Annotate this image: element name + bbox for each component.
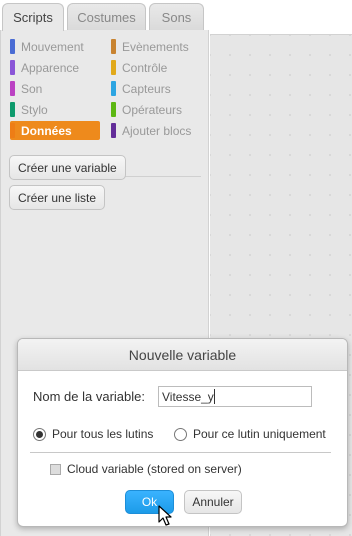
category-son[interactable]: Son xyxy=(10,80,42,97)
variable-name-input[interactable] xyxy=(158,386,312,407)
category-color-bar xyxy=(10,39,15,54)
new-variable-dialog: Nouvelle variable Nom de la variable: Po… xyxy=(17,338,348,527)
category-color-bar xyxy=(10,81,15,96)
category-apparence[interactable]: Apparence xyxy=(10,59,79,76)
category-color-bar xyxy=(111,60,116,75)
tab-costumes[interactable]: Costumes xyxy=(67,3,146,30)
category-color-bar xyxy=(111,123,116,138)
create-list-button[interactable]: Créer une liste xyxy=(9,185,106,210)
cloud-variable-checkbox[interactable] xyxy=(50,463,61,475)
tab-bar: Costumes Sons Scripts xyxy=(0,0,352,31)
category-mouvement[interactable]: Mouvement xyxy=(10,38,84,55)
category-color-bar xyxy=(10,123,15,138)
radio-all-sprites-label: Pour tous les lutins xyxy=(52,427,154,441)
mouse-pointer-icon xyxy=(158,505,172,526)
category-color-bar xyxy=(10,60,15,75)
category-label: Opérateurs xyxy=(122,102,183,117)
cancel-button[interactable]: Annuler xyxy=(184,490,242,514)
category-controle[interactable]: Contrôle xyxy=(111,59,167,76)
radio-this-sprite-label: Pour ce lutin uniquement xyxy=(193,427,326,441)
category-stylo[interactable]: Stylo xyxy=(10,101,48,118)
dialog-divider xyxy=(30,452,331,453)
category-label: Evènements xyxy=(122,39,189,54)
category-ajouter-blocs[interactable]: Ajouter blocs xyxy=(111,122,191,139)
category-color-bar xyxy=(111,39,116,54)
category-donnees[interactable]: Données xyxy=(10,121,100,140)
text-caret xyxy=(214,389,215,404)
category-label: Capteurs xyxy=(122,81,171,96)
category-label: Mouvement xyxy=(21,39,84,54)
create-variable-button[interactable]: Créer une variable xyxy=(9,155,126,180)
category-label: Stylo xyxy=(21,102,48,117)
category-capteurs[interactable]: Capteurs xyxy=(111,80,171,97)
radio-button-unchecked[interactable] xyxy=(174,427,187,441)
radio-all-sprites[interactable]: Pour tous les lutins xyxy=(33,427,153,441)
category-label: Apparence xyxy=(21,60,80,75)
variable-name-label: Nom de la variable: xyxy=(33,389,145,404)
category-operateurs[interactable]: Opérateurs xyxy=(111,101,182,118)
category-label: Contrôle xyxy=(122,60,168,75)
category-color-bar xyxy=(111,102,116,117)
cloud-variable-label: Cloud variable (stored on server) xyxy=(67,462,242,476)
radio-button-checked[interactable] xyxy=(33,427,46,441)
cloud-variable-option[interactable]: Cloud variable (stored on server) xyxy=(50,462,242,476)
category-label: Données xyxy=(21,123,72,138)
category-evenements[interactable]: Evènements xyxy=(111,38,189,55)
dialog-title: Nouvelle variable xyxy=(18,339,347,371)
tab-sons[interactable]: Sons xyxy=(149,3,204,30)
category-color-bar xyxy=(10,102,15,117)
radio-this-sprite[interactable]: Pour ce lutin uniquement xyxy=(174,427,326,441)
category-color-bar xyxy=(111,81,116,96)
category-label: Son xyxy=(21,81,43,96)
tab-scripts[interactable]: Scripts xyxy=(2,3,64,31)
category-label: Ajouter blocs xyxy=(122,123,192,138)
